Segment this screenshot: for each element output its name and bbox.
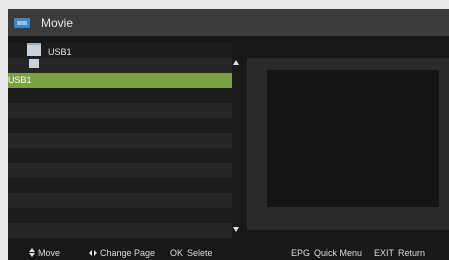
scroll-up-arrow-icon[interactable] (233, 60, 239, 65)
epg-hint-label: Quick Menu (314, 248, 363, 258)
scroll-down-arrow-icon[interactable] (233, 227, 239, 232)
ok-hint: OK Selete (170, 248, 213, 258)
title-bar: Movie (8, 9, 449, 36)
preview-window (267, 70, 439, 207)
movie-player-screen: Movie USB1 USB1 Move Change Page OK Sele… (8, 9, 449, 260)
list-item[interactable] (8, 58, 232, 73)
epg-hint: EPG Quick Menu (291, 248, 362, 258)
list-scrollbar[interactable] (232, 58, 240, 234)
list-item[interactable] (8, 208, 232, 223)
list-item[interactable] (8, 178, 232, 193)
list-item[interactable] (8, 103, 232, 118)
current-folder-label: USB1 (48, 47, 72, 57)
preview-panel (247, 58, 449, 230)
movie-icon (14, 18, 30, 28)
list-item[interactable] (8, 223, 232, 238)
exit-hint-label: Return (398, 248, 426, 258)
exit-key-label: EXIT (374, 248, 395, 258)
list-item[interactable] (8, 133, 232, 148)
list-item[interactable] (8, 193, 232, 208)
left-right-arrows-icon (89, 250, 97, 256)
file-list: USB1 USB1 (8, 43, 232, 238)
move-hint: Move (29, 248, 60, 258)
file-icon (29, 59, 39, 68)
list-item[interactable] (8, 118, 232, 133)
page-title: Movie (41, 16, 74, 30)
list-item-label: USB1 (8, 75, 32, 85)
list-item[interactable] (8, 148, 232, 163)
exit-hint: EXIT Return (374, 248, 425, 258)
folder-icon (27, 43, 41, 56)
move-hint-label: Move (38, 248, 61, 258)
change-page-hint-label: Change Page (100, 248, 156, 258)
ok-hint-label: Selete (187, 248, 213, 258)
change-page-hint: Change Page (89, 248, 155, 258)
current-folder-row[interactable]: USB1 (8, 43, 232, 58)
ok-key-label: OK (170, 248, 184, 258)
list-item[interactable] (8, 163, 232, 178)
footer-hints: Move Change Page OK Selete EPG Quick Menu … (8, 246, 449, 260)
list-item[interactable] (8, 88, 232, 103)
epg-key-label: EPG (291, 248, 311, 258)
list-item-selected[interactable]: USB1 (8, 73, 232, 88)
up-down-arrows-icon (29, 248, 35, 257)
